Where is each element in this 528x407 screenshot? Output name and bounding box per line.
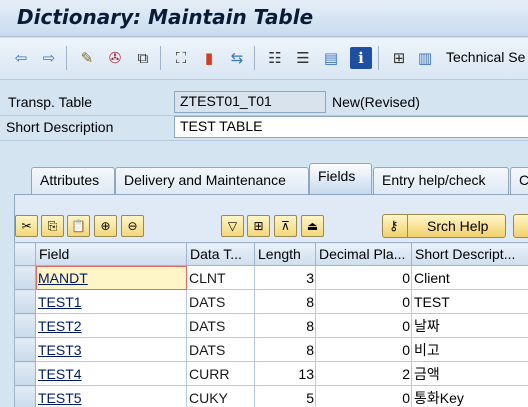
field-name-cell[interactable]: TEST3 (35, 337, 187, 362)
short-description-cell[interactable]: TEST (411, 289, 528, 314)
short-description-cell[interactable]: 날짜 (411, 313, 528, 338)
short-description-cell[interactable]: 금액 (411, 361, 528, 386)
table-header-row: Field Data T... Length Decimal Pla... Sh… (14, 242, 528, 266)
length-cell[interactable]: 8 (254, 337, 316, 362)
table-row: TEST3 DATS 8 0 비고 (14, 337, 528, 362)
filter-icon[interactable]: ▽ (221, 215, 244, 237)
field-name-cell[interactable]: TEST5 (35, 385, 187, 407)
layout-icon[interactable]: ▤ (320, 47, 342, 69)
length-cell[interactable]: 8 (254, 313, 316, 338)
technical-settings-button[interactable]: Technical Se (446, 49, 525, 65)
delete-row-icon[interactable]: ⊖ (121, 215, 144, 237)
decimals-cell[interactable]: 0 (315, 289, 412, 314)
row-selector[interactable] (14, 361, 36, 386)
short-description-cell[interactable]: Client (411, 265, 528, 290)
short-description-field[interactable]: TEST TABLE (174, 116, 528, 138)
activate-icon[interactable]: ⧉ (132, 47, 154, 69)
tab-fields[interactable]: Fields (309, 163, 372, 194)
transp-table-label: Transp. Table (8, 94, 93, 110)
table-row: TEST5 CUKY 5 0 통화Key (14, 385, 528, 407)
tab-delivery-and-maintenance[interactable]: Delivery and Maintenance (115, 167, 309, 194)
column-header-field[interactable]: Field (35, 242, 187, 266)
fields-table: Field Data T... Length Decimal Pla... Sh… (14, 242, 528, 407)
toolbar-separator (66, 46, 67, 70)
structure-icon[interactable]: ☰ (292, 47, 314, 69)
column-header-data-type[interactable]: Data T... (186, 242, 255, 266)
decimals-cell[interactable]: 0 (315, 337, 412, 362)
display-change-icon[interactable]: ✎ (76, 47, 98, 69)
short-description-cell[interactable]: 통화Key (411, 385, 528, 407)
row-selector-header[interactable] (14, 242, 36, 266)
transp-table-field: ZTEST01_T01 (174, 91, 326, 113)
field-name-cell[interactable]: MANDT (35, 265, 187, 290)
tab-currency[interactable]: C (510, 167, 528, 194)
data-type-cell[interactable]: CLNT (186, 265, 255, 290)
length-cell[interactable]: 3 (254, 265, 316, 290)
data-type-cell[interactable]: CURR (186, 361, 255, 386)
row-selector[interactable] (14, 337, 36, 362)
where-used-icon[interactable]: ⛶ (170, 47, 192, 69)
check-icon[interactable]: ✇ (104, 47, 126, 69)
cut-icon[interactable]: ✂ (15, 215, 38, 237)
tab-strip: Attributes Delivery and Maintenance Fiel… (0, 163, 528, 194)
table-row: TEST1 DATS 8 0 TEST (14, 289, 528, 314)
field-name-cell[interactable]: TEST4 (35, 361, 187, 386)
status-text: New(Revised) (332, 94, 420, 110)
window-title: Dictionary: Maintain Table (17, 5, 314, 29)
column-header-decimal-places[interactable]: Decimal Pla... (315, 242, 412, 266)
field-name-cell[interactable]: TEST2 (35, 313, 187, 338)
indexes-icon[interactable]: ⊞ (388, 47, 410, 69)
decimals-cell[interactable]: 0 (315, 313, 412, 338)
copy-icon[interactable]: ⎘ (41, 215, 64, 237)
decimals-cell[interactable]: 0 (315, 265, 412, 290)
application-toolbar: ⇦ ⇨ ✎ ✇ ⧉ ⛶ ▮ ⇆ ☷ ☰ ▤ ℹ ⊞ ▥ Technical Se (0, 38, 528, 80)
tab-attributes[interactable]: Attributes (31, 167, 115, 194)
more-button[interactable] (513, 214, 528, 238)
info-icon[interactable]: ℹ (350, 47, 372, 69)
button-separator (407, 214, 408, 238)
column-header-short-description[interactable]: Short Descript... (411, 242, 528, 266)
object-list-icon[interactable]: ▮ (198, 47, 220, 69)
search-help-button[interactable]: ⚷ Srch Help (382, 214, 506, 238)
title-bar: Dictionary: Maintain Table (0, 0, 528, 37)
paste-icon[interactable]: 📋 (67, 215, 90, 237)
row-selector[interactable] (14, 385, 36, 407)
new-row-icon[interactable]: ⊞ (247, 215, 270, 237)
insert-row-icon[interactable]: ⊕ (94, 215, 117, 237)
forward-arrow-icon[interactable]: ⇨ (38, 47, 60, 69)
length-cell[interactable]: 8 (254, 289, 316, 314)
key-icon: ⚷ (389, 218, 399, 233)
tab-entry-help-check[interactable]: Entry help/check (373, 167, 509, 194)
row-selector[interactable] (14, 313, 36, 338)
append-structure-icon[interactable]: ▥ (414, 47, 436, 69)
data-type-cell[interactable]: CUKY (186, 385, 255, 407)
last-page-icon[interactable]: ⏏ (301, 215, 324, 237)
row-selector[interactable] (14, 265, 36, 290)
table-row: TEST2 DATS 8 0 날짜 (14, 313, 528, 338)
short-description-label: Short Description (6, 119, 114, 135)
column-header-length[interactable]: Length (254, 242, 316, 266)
toolbar-separator (160, 46, 161, 70)
navigation-icon[interactable]: ⇆ (226, 47, 248, 69)
table-row: MANDT CLNT 3 0 Client (14, 265, 528, 290)
row-selector[interactable] (14, 289, 36, 314)
table-row: TEST4 CURR 13 2 금액 (14, 361, 528, 386)
data-type-cell[interactable]: DATS (186, 337, 255, 362)
length-cell[interactable]: 5 (254, 385, 316, 407)
back-arrow-icon[interactable]: ⇦ (10, 47, 32, 69)
toolbar-separator (378, 46, 379, 70)
hierarchy-icon[interactable]: ☷ (264, 47, 286, 69)
data-type-cell[interactable]: DATS (186, 289, 255, 314)
toolbar-separator (254, 46, 255, 70)
decimals-cell[interactable]: 0 (315, 385, 412, 407)
divider (0, 140, 528, 141)
field-name-cell[interactable]: TEST1 (35, 289, 187, 314)
data-type-cell[interactable]: DATS (186, 313, 255, 338)
length-cell[interactable]: 13 (254, 361, 316, 386)
decimals-cell[interactable]: 2 (315, 361, 412, 386)
short-description-cell[interactable]: 비고 (411, 337, 528, 362)
first-page-icon[interactable]: ⊼ (274, 215, 297, 237)
